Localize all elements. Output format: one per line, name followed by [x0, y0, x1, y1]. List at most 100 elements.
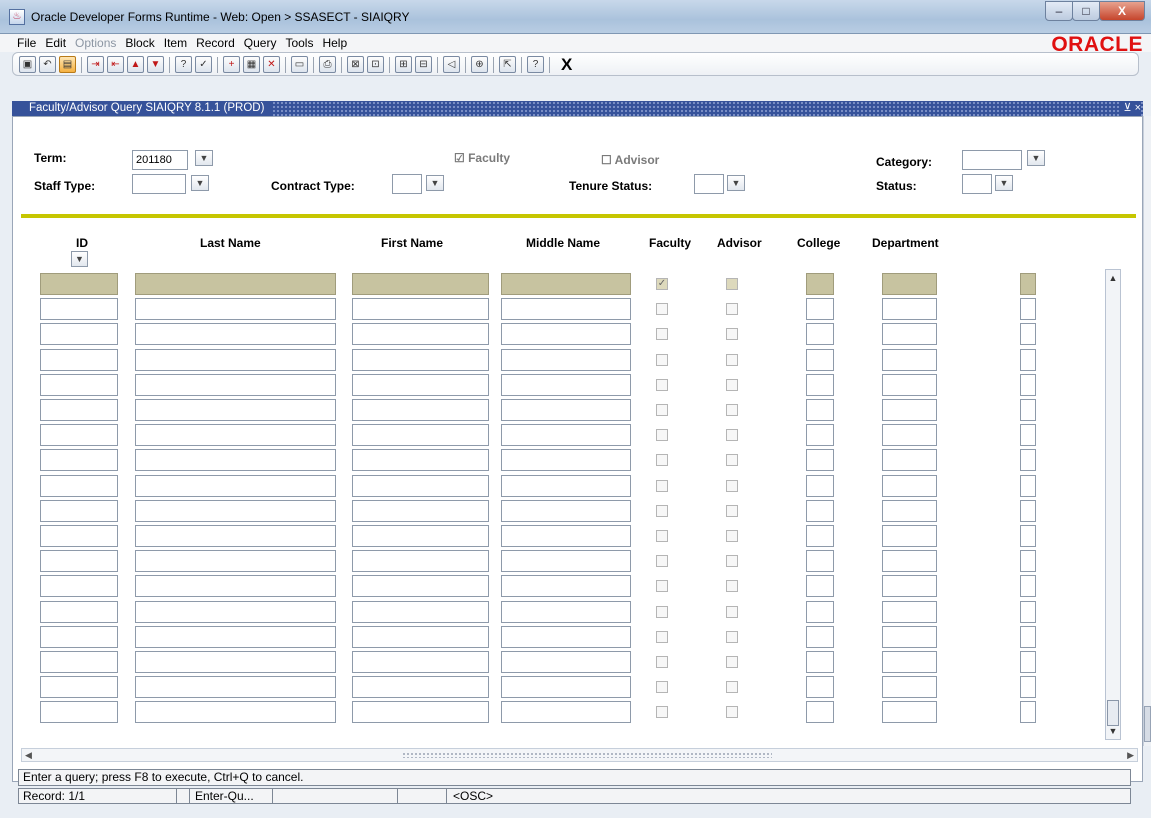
menu-tools[interactable]: Tools	[285, 36, 313, 50]
department-cell[interactable]	[882, 374, 937, 396]
item-help-icon[interactable]: ⊠	[347, 56, 364, 73]
extra-cell[interactable]	[1020, 701, 1036, 723]
rollback-icon[interactable]: ↶	[39, 56, 56, 73]
scroll-grip[interactable]	[402, 752, 772, 758]
department-cell[interactable]	[882, 424, 937, 446]
insert-record-icon[interactable]: +	[223, 56, 240, 73]
advisor-row-checkbox[interactable]	[726, 681, 738, 693]
department-cell[interactable]	[882, 349, 937, 371]
id-cell[interactable]	[40, 575, 118, 597]
extra-cell[interactable]	[1020, 298, 1036, 320]
window-scroll-thumb[interactable]	[1144, 706, 1151, 742]
middle-name-cell[interactable]	[501, 550, 631, 572]
id-cell[interactable]	[40, 323, 118, 345]
extra-cell[interactable]	[1020, 575, 1036, 597]
extra-cell[interactable]	[1020, 550, 1036, 572]
faculty-row-checkbox[interactable]	[656, 681, 668, 693]
advisor-row-checkbox[interactable]	[726, 606, 738, 618]
department-cell[interactable]	[882, 601, 937, 623]
extra-cell[interactable]	[1020, 273, 1036, 295]
advisor-row-checkbox[interactable]	[726, 328, 738, 340]
first-name-cell[interactable]	[352, 475, 489, 497]
next-record-icon[interactable]: ▼	[147, 56, 164, 73]
college-cell[interactable]	[806, 424, 834, 446]
extra-cell[interactable]	[1020, 676, 1036, 698]
block-help-icon[interactable]: ⊡	[367, 56, 384, 73]
extra-cell[interactable]	[1020, 374, 1036, 396]
first-name-cell[interactable]	[352, 349, 489, 371]
advisor-row-checkbox[interactable]	[726, 530, 738, 542]
extra-cell[interactable]	[1020, 424, 1036, 446]
faculty-row-checkbox[interactable]	[656, 328, 668, 340]
term-field[interactable]: 201180	[132, 150, 188, 170]
last-name-cell[interactable]	[135, 323, 336, 345]
department-cell[interactable]	[882, 525, 937, 547]
advisor-row-checkbox[interactable]	[726, 656, 738, 668]
scroll-thumb[interactable]	[1107, 700, 1119, 726]
help-icon[interactable]: ?	[527, 56, 544, 73]
last-name-cell[interactable]	[135, 449, 336, 471]
first-name-cell[interactable]	[352, 399, 489, 421]
menu-block[interactable]: Block	[125, 36, 154, 50]
college-cell[interactable]	[806, 449, 834, 471]
extra-cell[interactable]	[1020, 500, 1036, 522]
advisor-row-checkbox[interactable]	[726, 580, 738, 592]
first-name-cell[interactable]	[352, 273, 489, 295]
college-cell[interactable]	[806, 601, 834, 623]
first-name-cell[interactable]	[352, 525, 489, 547]
id-cell[interactable]	[40, 349, 118, 371]
first-name-cell[interactable]	[352, 626, 489, 648]
advisor-row-checkbox[interactable]	[726, 706, 738, 718]
first-name-cell[interactable]	[352, 424, 489, 446]
last-name-cell[interactable]	[135, 273, 336, 295]
faculty-row-checkbox[interactable]	[656, 580, 668, 592]
close-button[interactable]: X	[1099, 1, 1145, 21]
last-name-cell[interactable]	[135, 701, 336, 723]
id-cell[interactable]	[40, 601, 118, 623]
last-name-cell[interactable]	[135, 525, 336, 547]
list-of-values-icon[interactable]: ▭	[291, 56, 308, 73]
menu-edit[interactable]: Edit	[45, 36, 66, 50]
grid-scrollbar[interactable]: ▲ ▼	[1105, 269, 1121, 740]
scroll-right-arrow-icon[interactable]: ▶	[1127, 749, 1134, 761]
next-block-icon[interactable]: ⇥	[87, 56, 104, 73]
previous-block-icon[interactable]: ⇤	[107, 56, 124, 73]
advisor-row-checkbox[interactable]	[726, 303, 738, 315]
last-name-cell[interactable]	[135, 424, 336, 446]
department-cell[interactable]	[882, 449, 937, 471]
menu-file[interactable]: File	[17, 36, 36, 50]
department-cell[interactable]	[882, 500, 937, 522]
extra-cell[interactable]	[1020, 449, 1036, 471]
college-cell[interactable]	[806, 575, 834, 597]
college-cell[interactable]	[806, 651, 834, 673]
first-name-cell[interactable]	[352, 449, 489, 471]
id-cell[interactable]	[40, 475, 118, 497]
print-form-icon[interactable]: ⎙	[319, 56, 336, 73]
first-name-cell[interactable]	[352, 298, 489, 320]
id-cell[interactable]	[40, 525, 118, 547]
last-name-cell[interactable]	[135, 676, 336, 698]
id-cell[interactable]	[40, 500, 118, 522]
faculty-row-checkbox[interactable]	[656, 480, 668, 492]
first-name-cell[interactable]	[352, 651, 489, 673]
advisor-row-checkbox[interactable]	[726, 379, 738, 391]
faculty-row-checkbox[interactable]	[656, 631, 668, 643]
id-cell[interactable]	[40, 550, 118, 572]
window-scrollbar[interactable]	[1143, 116, 1151, 746]
middle-name-cell[interactable]	[501, 449, 631, 471]
middle-name-cell[interactable]	[501, 601, 631, 623]
advisor-checkbox[interactable]: ☐ Advisor	[601, 153, 659, 167]
advisor-row-checkbox[interactable]	[726, 354, 738, 366]
category-field[interactable]	[962, 150, 1022, 170]
department-cell[interactable]	[882, 273, 937, 295]
advisor-row-checkbox[interactable]	[726, 429, 738, 441]
tenure-status-field[interactable]	[694, 174, 724, 194]
id-cell[interactable]	[40, 676, 118, 698]
last-name-cell[interactable]	[135, 626, 336, 648]
id-cell[interactable]	[40, 651, 118, 673]
middle-name-cell[interactable]	[501, 525, 631, 547]
staff-type-field[interactable]	[132, 174, 186, 194]
extra-cell[interactable]	[1020, 349, 1036, 371]
id-cell[interactable]	[40, 399, 118, 421]
college-cell[interactable]	[806, 626, 834, 648]
